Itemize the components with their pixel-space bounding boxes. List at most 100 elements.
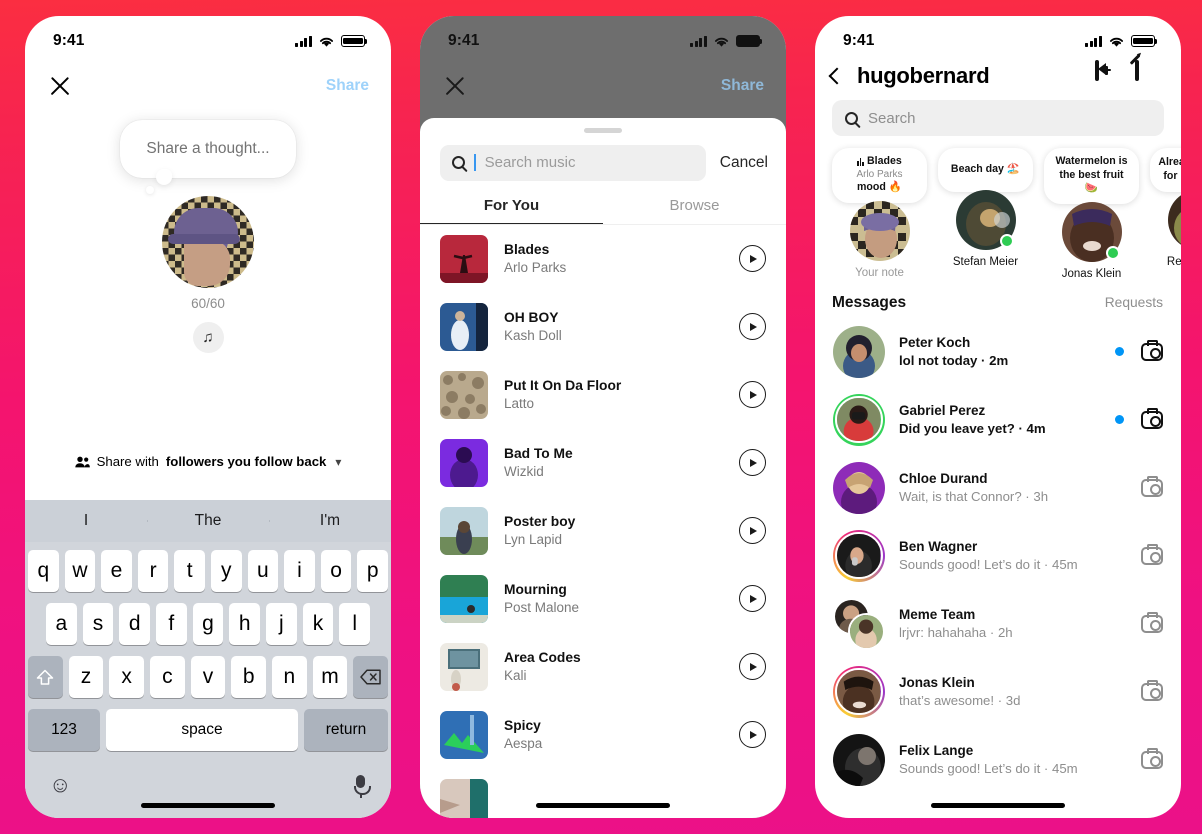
notes-carousel[interactable]: Blades Arlo Parks mood 🔥 Your note Beach… [815,136,1181,280]
key-q[interactable]: q [28,550,59,592]
table-row[interactable]: Gabriel Perez Did you leave yet? · 4m [815,386,1181,454]
list-item[interactable]: Area Codes Kali [420,633,786,701]
search-input[interactable]: Search [832,100,1164,136]
close-icon[interactable] [442,73,468,99]
camera-icon[interactable] [1141,476,1163,497]
prediction-2[interactable]: I'm [269,512,391,530]
key-j[interactable]: j [266,603,297,645]
list-item[interactable]: Poster boy Lyn Lapid [420,497,786,565]
key-m[interactable]: m [312,656,348,698]
key-n[interactable]: n [272,656,307,698]
avatar[interactable] [833,325,885,378]
backspace-icon[interactable] [353,656,389,698]
table-row[interactable]: Meme Team lrjvr: hahahaha · 2h [815,590,1181,658]
camera-icon[interactable] [1141,408,1163,429]
key-t[interactable]: t [174,550,205,592]
compose-icon[interactable] [1129,54,1163,90]
key-i[interactable]: i [284,550,315,592]
note-your-note[interactable]: Blades Arlo Parks mood 🔥 Your note [832,148,927,280]
requests-button[interactable]: Requests [1105,295,1163,310]
note-jonas-klein[interactable]: Watermelon is the best fruit 🍉 Jonas Kle… [1044,148,1139,280]
key-e[interactable]: e [101,550,132,592]
avatar[interactable] [833,733,885,786]
table-row[interactable]: Peter Koch lol not today · 2m [815,318,1181,386]
list-item[interactable]: Bad To Me Wizkid [420,429,786,497]
table-row[interactable]: Felix Lange Sounds good! Let’s do it · 4… [815,726,1181,794]
key-h[interactable]: h [229,603,261,645]
play-circle-icon[interactable] [739,585,766,612]
key-g[interactable]: g [192,603,224,645]
share-button[interactable]: Share [326,77,369,95]
prediction-bar[interactable]: I The I'm [25,500,391,542]
key-z[interactable]: z [68,656,104,698]
key-v[interactable]: v [190,656,226,698]
camera-icon[interactable] [1141,748,1163,769]
note-bubble[interactable]: Blades Arlo Parks mood 🔥 [832,148,927,203]
shift-icon[interactable] [27,656,63,698]
key-u[interactable]: u [247,550,279,592]
camera-icon[interactable] [1141,544,1163,565]
key-s[interactable]: s [82,603,114,645]
play-circle-icon[interactable] [739,653,766,680]
list-item[interactable]: Blades Arlo Parks [420,225,786,293]
play-circle-icon[interactable] [739,721,766,748]
space-key[interactable]: space [106,709,298,751]
camera-icon[interactable] [1141,340,1163,361]
numbers-key[interactable]: 123 [28,709,100,751]
list-item[interactable]: Put It On Da Floor Latto [420,361,786,429]
play-circle-icon[interactable] [739,245,766,272]
list-item[interactable]: OH BOY Kash Doll [420,293,786,361]
avatar[interactable] [1167,190,1181,250]
microphone-icon[interactable] [354,775,371,798]
return-key[interactable]: return [304,709,388,751]
avatar[interactable] [849,200,910,261]
chevron-left-icon[interactable] [828,67,846,85]
key-k[interactable]: k [302,603,334,645]
note-bubble[interactable]: Beach day 🏖️ [938,148,1033,192]
tab-for-you[interactable]: For You [420,197,603,225]
note-bubble[interactable]: Watermelon is the best fruit 🍉 [1044,148,1139,204]
share-button[interactable]: Share [721,77,764,95]
search-input[interactable]: Search music [440,144,706,181]
list-item[interactable]: Spicy Aespa [420,701,786,769]
audience-selector[interactable]: Share with followers you follow back ▾ [25,454,391,469]
camera-icon[interactable] [1141,680,1163,701]
avatar[interactable] [1061,201,1122,262]
key-d[interactable]: d [119,603,150,645]
key-c[interactable]: c [150,656,185,698]
avatar[interactable] [833,393,885,446]
table-row[interactable]: Ben Wagner Sounds good! Let’s do it · 45… [815,522,1181,590]
list-item[interactable]: Mourning Post Malone [420,565,786,633]
key-p[interactable]: p [357,550,388,592]
note-bubble[interactable]: Share a thought... [120,120,296,194]
key-y[interactable]: y [211,550,242,592]
key-w[interactable]: w [64,550,96,592]
play-circle-icon[interactable] [739,313,766,340]
table-row[interactable]: Jonas Klein that’s awesome! · 3d [815,658,1181,726]
note-stefan-meier[interactable]: Beach day 🏖️ Stefan Meier [938,148,1033,280]
avatar[interactable] [955,190,1016,250]
tab-browse[interactable]: Browse [603,197,786,225]
camera-icon[interactable] [1141,612,1163,633]
avatar[interactable] [833,461,885,514]
on-screen-keyboard[interactable]: I The I'm q w e r t y u i o p a s d f g … [25,500,391,818]
note-ren-tanaka[interactable]: Already excited for halloween Ren Tanaka [1150,148,1181,280]
avatar[interactable] [833,529,885,582]
play-circle-icon[interactable] [739,449,766,476]
prediction-1[interactable]: The [147,512,269,530]
key-x[interactable]: x [109,656,144,698]
note-bubble[interactable]: Already excited for halloween [1150,148,1181,192]
note-input[interactable]: Share a thought... [146,140,269,158]
avatar-group[interactable] [833,597,885,650]
key-l[interactable]: l [339,603,371,645]
list-item-partial[interactable] [420,769,786,818]
key-r[interactable]: r [137,550,169,592]
key-a[interactable]: a [45,603,77,645]
video-call-add-icon[interactable] [1095,60,1123,90]
key-o[interactable]: o [320,550,352,592]
play-circle-icon[interactable] [739,517,766,544]
play-circle-icon[interactable] [739,381,766,408]
emoji-icon[interactable]: ☺ [49,772,71,798]
music-note-icon[interactable]: ♫ [192,322,224,353]
page-title[interactable]: hugobernard [857,63,1083,89]
